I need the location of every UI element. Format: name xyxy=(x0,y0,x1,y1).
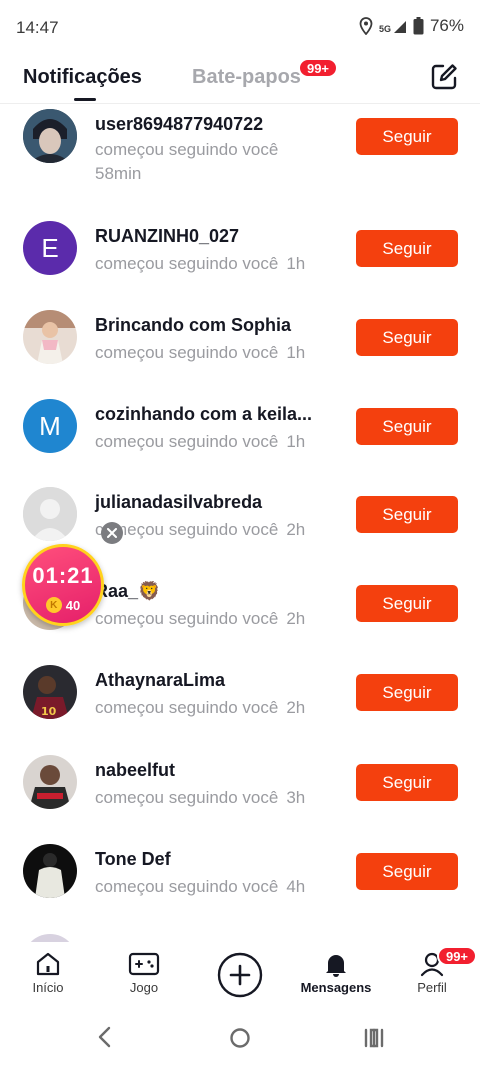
user-name[interactable]: user8694877940722 xyxy=(95,114,263,135)
status-bar: 14:47 5G 76% xyxy=(0,0,480,58)
avatar[interactable] xyxy=(23,310,77,364)
user-name[interactable]: AthaynaraLima xyxy=(95,670,225,691)
list-item[interactable]: Tone Def começou seguindo você 4h Seguir xyxy=(0,841,480,929)
coin-icon: K xyxy=(45,597,62,613)
tab-notifications[interactable]: Notificações xyxy=(23,66,142,89)
avatar[interactable]: M xyxy=(23,399,77,453)
list-item[interactable]: user8694877940722 começou seguindo você … xyxy=(0,104,480,192)
follow-button[interactable]: Seguir xyxy=(356,853,458,890)
header: Notificações Bate-papos 99+ xyxy=(0,58,480,104)
list-item[interactable] xyxy=(0,930,480,942)
follow-button[interactable]: Seguir xyxy=(356,319,458,356)
nav-home-label: Início xyxy=(32,980,64,995)
avatar-initial: M xyxy=(39,410,61,441)
follow-button[interactable]: Seguir xyxy=(356,764,458,801)
tab-chats[interactable]: Bate-papos xyxy=(192,66,301,89)
back-icon[interactable] xyxy=(96,1026,114,1053)
avatar[interactable] xyxy=(23,934,77,942)
follow-button[interactable]: Seguir xyxy=(356,118,458,155)
timer-countdown: 01:21 xyxy=(32,563,94,588)
home-icon xyxy=(36,952,60,976)
list-item[interactable]: M cozinhando com a keila... começou segu… xyxy=(0,396,480,484)
follow-button[interactable]: Seguir xyxy=(356,230,458,267)
battery-icon xyxy=(413,17,424,35)
nav-messages-label: Mensagens xyxy=(300,980,372,995)
nav-home[interactable]: Início xyxy=(8,950,88,995)
list-item[interactable]: E RUANZINH0_027 começou seguindo você 1h … xyxy=(0,218,480,306)
user-name[interactable]: Tone Def xyxy=(95,849,171,870)
recents-icon[interactable] xyxy=(363,1027,385,1054)
battery-level: 76% xyxy=(429,16,464,35)
notification-text: começou seguindo você 1h xyxy=(95,254,306,273)
follow-button[interactable]: Seguir xyxy=(356,585,458,622)
plus-circle-icon xyxy=(217,952,263,998)
list-item[interactable]: nabeelfut começou seguindo você 3h Seguir xyxy=(0,752,480,840)
default-avatar-icon xyxy=(23,487,77,541)
user-name[interactable]: Raa_🦁 xyxy=(95,581,160,602)
list-item[interactable]: Brincando com Sophia começou seguindo vo… xyxy=(0,307,480,395)
list-item[interactable]: 10 AthaynaraLima começou seguindo você 2h… xyxy=(0,662,480,750)
notification-text: começou seguindo você 1h xyxy=(95,432,306,451)
location-icon xyxy=(359,17,373,35)
reward-timer-widget[interactable]: 01:21 K 40 xyxy=(22,544,104,626)
nav-messages[interactable]: Mensagens xyxy=(296,950,376,995)
bottom-nav: Início Jogo Mensagens Perfil 99+ xyxy=(0,942,480,1008)
avatar-initial: E xyxy=(41,232,59,263)
nav-create[interactable] xyxy=(200,952,280,998)
notification-text: começou seguindo você 2h xyxy=(95,520,306,539)
notification-text: começou seguindo você xyxy=(95,140,279,159)
notification-list[interactable]: user8694877940722 começou seguindo você … xyxy=(0,104,480,942)
follow-button[interactable]: Seguir xyxy=(356,674,458,711)
system-nav-bar xyxy=(0,1008,480,1066)
bell-icon xyxy=(326,955,346,977)
status-time: 14:47 xyxy=(16,18,59,37)
user-name[interactable]: RUANZINH0_027 xyxy=(95,226,239,247)
notification-time: 58min xyxy=(95,164,142,183)
avatar[interactable]: E xyxy=(23,221,77,275)
avatar[interactable] xyxy=(23,755,77,809)
follow-button[interactable]: Seguir xyxy=(356,408,458,445)
timer-coins: K 40 xyxy=(25,597,101,613)
coin-amount: 40 xyxy=(65,597,81,613)
user-name[interactable]: nabeelfut xyxy=(95,760,175,781)
notification-text: começou seguindo você 4h xyxy=(95,877,306,896)
notification-text: começou seguindo você 3h xyxy=(95,788,306,807)
chats-badge: 99+ xyxy=(298,58,338,78)
gamepad-icon xyxy=(128,952,160,976)
close-icon[interactable] xyxy=(101,522,123,544)
tab-underline xyxy=(74,98,96,101)
follow-button[interactable]: Seguir xyxy=(356,496,458,533)
avatar[interactable] xyxy=(23,844,77,898)
profile-badge: 99+ xyxy=(437,946,477,966)
notification-text: começou seguindo você 1h xyxy=(95,343,306,362)
user-name[interactable]: Brincando com Sophia xyxy=(95,315,291,336)
svg-text:10: 10 xyxy=(41,705,57,718)
user-name[interactable]: julianadasilvabreda xyxy=(95,492,262,513)
compose-icon[interactable] xyxy=(429,62,459,92)
status-icons: 5G 76% xyxy=(359,16,464,36)
home-button-icon[interactable] xyxy=(229,1027,251,1054)
avatar[interactable] xyxy=(23,109,77,163)
signal-icon: 5G xyxy=(379,18,407,34)
avatar[interactable] xyxy=(23,487,77,541)
notification-text: começou seguindo você 2h xyxy=(95,698,306,717)
user-name[interactable]: cozinhando com a keila... xyxy=(95,404,312,425)
nav-game-label: Jogo xyxy=(129,980,159,995)
nav-profile-label: Perfil xyxy=(417,980,447,995)
nav-game[interactable]: Jogo xyxy=(104,950,184,995)
notification-text: começou seguindo você 2h xyxy=(95,609,306,628)
avatar[interactable]: 10 xyxy=(23,665,77,719)
